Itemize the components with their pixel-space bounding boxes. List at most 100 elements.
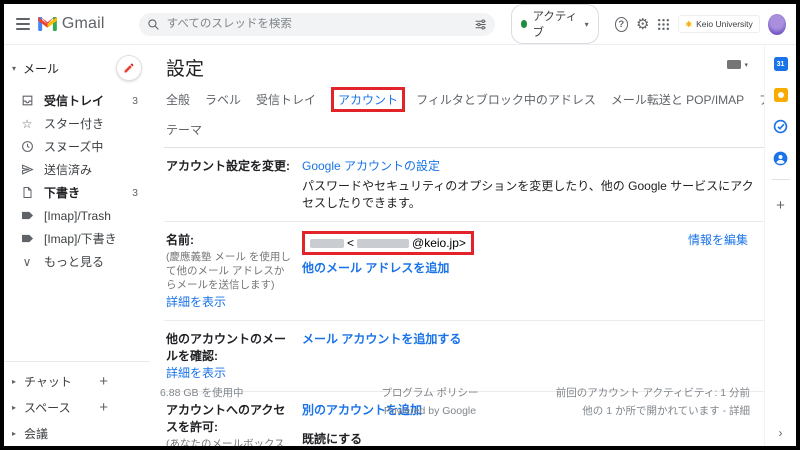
sidebar-item-imap-drafts[interactable]: [Imap]/下書き bbox=[4, 227, 150, 250]
sidebar-item-spaces[interactable]: ▸ スペース + bbox=[4, 394, 150, 420]
active-status-dot bbox=[521, 20, 528, 28]
chat-status-selector[interactable]: アクティブ ▾ bbox=[511, 4, 599, 44]
compose-button[interactable] bbox=[116, 55, 142, 81]
keep-icon[interactable] bbox=[774, 88, 788, 102]
divider bbox=[4, 361, 150, 362]
tab-forwarding[interactable]: メール転送と POP/IMAP bbox=[611, 91, 744, 108]
clock-icon bbox=[20, 140, 34, 153]
add-email-address-link[interactable]: 他のメール アドレスを追加 bbox=[302, 261, 449, 275]
tab-filters[interactable]: フィルタとブロック中のアドレス bbox=[416, 91, 596, 108]
collapse-caret-icon[interactable]: ▾ bbox=[12, 64, 16, 73]
redacted-email-local bbox=[357, 239, 409, 248]
annotation-red-box: アカウント bbox=[331, 87, 405, 112]
storage-usage: 6.88 GB を使用中 bbox=[160, 385, 320, 421]
caret-right-icon: ▸ bbox=[12, 377, 16, 386]
account-avatar[interactable] bbox=[768, 14, 786, 35]
section-check-other-mail: 他のアカウントのメールを確認: 詳細を表示 メール アカウントを追加する bbox=[164, 321, 764, 392]
sidebar-bottom: ▸ チャット + ▸ スペース + ▸ 会議 bbox=[4, 361, 150, 446]
chevron-down-icon: ∨ bbox=[20, 255, 34, 269]
google-apps-grid-icon[interactable] bbox=[657, 18, 670, 31]
app-body: ▾ メール 受信トレイ 3 ☆ bbox=[4, 45, 796, 446]
display-density-icon[interactable]: ▾ bbox=[727, 60, 748, 69]
label-tag-icon bbox=[20, 233, 34, 244]
draft-icon bbox=[20, 186, 34, 199]
open-in-other-location[interactable]: 他の 1 か所で開かれています - 詳細 bbox=[540, 403, 750, 421]
name-note: (慶應義塾 メール を使用して他のメール アドレスからメールを送信します) bbox=[166, 250, 292, 293]
section-description: パスワードやセキュリティのオプションを変更したり、他の Google サービスに… bbox=[302, 177, 764, 211]
gmail-m-icon bbox=[38, 17, 57, 31]
mail-section-label: メール bbox=[23, 60, 59, 77]
side-panel: 31 + › bbox=[764, 45, 796, 446]
search-input[interactable] bbox=[167, 18, 467, 30]
inbox-icon bbox=[20, 94, 34, 107]
section-change-account-settings: アカウント設定を変更: Google アカウントの設定 パスワードやセキュリティ… bbox=[164, 148, 764, 222]
app-header: Gmail アクティブ ▾ ? ⚙ bbox=[4, 4, 796, 45]
calendar-icon[interactable]: 31 bbox=[774, 57, 788, 71]
sidebar-item-inbox[interactable]: 受信トレイ 3 bbox=[4, 89, 150, 112]
email-open-bracket: < bbox=[347, 236, 354, 250]
section-name: 名前: (慶應義塾 メール を使用して他のメール アドレスからメールを送信します… bbox=[164, 222, 764, 321]
caret-right-icon: ▸ bbox=[12, 403, 16, 412]
status-label: アクティブ bbox=[532, 8, 579, 40]
tab-labels[interactable]: ラベル bbox=[205, 91, 241, 108]
tab-inbox[interactable]: 受信トレイ bbox=[256, 91, 316, 108]
settings-footer: 6.88 GB を使用中 プログラム ポリシー Powered by Googl… bbox=[160, 385, 750, 421]
grant-access-note: (あなたのメールボックスで閲覧/送信できるようになります) bbox=[166, 437, 292, 446]
check-mail-details-link[interactable]: 詳細を表示 bbox=[166, 366, 226, 380]
mail-section-header[interactable]: ▾ メール bbox=[4, 51, 150, 89]
contacts-icon[interactable] bbox=[773, 151, 788, 166]
keio-logo-icon: ✱ bbox=[685, 20, 692, 29]
gmail-window: Gmail アクティブ ▾ ? ⚙ bbox=[0, 0, 800, 450]
help-icon[interactable]: ? bbox=[615, 17, 628, 32]
powered-by: Powered by Google bbox=[320, 403, 540, 421]
send-icon bbox=[20, 163, 34, 176]
sidebar-item-meet[interactable]: ▸ 会議 bbox=[4, 420, 150, 446]
annotation-red-box-email: < @keio.jp> bbox=[302, 231, 474, 255]
caret-right-icon: ▸ bbox=[12, 429, 16, 438]
tab-general[interactable]: 全般 bbox=[166, 91, 190, 108]
org-badge-label: Keio University bbox=[696, 19, 753, 29]
sidebar-item-snoozed[interactable]: スヌーズ中 bbox=[4, 135, 150, 158]
inbox-count: 3 bbox=[132, 95, 138, 107]
google-account-settings-link[interactable]: Google アカウントの設定 bbox=[302, 159, 440, 173]
page-title: 設定 bbox=[166, 54, 204, 81]
search-options-tune-icon[interactable] bbox=[474, 18, 487, 31]
main-menu-icon[interactable] bbox=[16, 18, 30, 30]
tab-accounts[interactable]: アカウント bbox=[338, 93, 398, 107]
settings-gear-icon[interactable]: ⚙ bbox=[636, 15, 649, 33]
edit-info-link[interactable]: 情報を編集 bbox=[688, 233, 748, 247]
drafts-count: 3 bbox=[132, 187, 138, 199]
collapse-panel-chevron-icon[interactable]: › bbox=[779, 426, 783, 440]
label-tag-icon bbox=[20, 210, 34, 221]
tab-themes[interactable]: テーマ bbox=[166, 121, 202, 138]
sidebar-item-more[interactable]: ∨ もっと見る bbox=[4, 250, 150, 273]
mark-as-read-title: 既読にする bbox=[302, 430, 764, 446]
sidebar-item-drafts[interactable]: 下書き 3 bbox=[4, 181, 150, 204]
last-account-activity: 前回のアカウント アクティビティ: 1 分前 bbox=[540, 385, 750, 403]
tasks-icon[interactable] bbox=[773, 119, 788, 134]
chevron-down-icon: ▾ bbox=[585, 20, 589, 29]
settings-tabs: 全般 ラベル 受信トレイ アカウント フィルタとブロック中のアドレス メール転送… bbox=[164, 85, 764, 148]
sidebar-item-chat[interactable]: ▸ チャット + bbox=[4, 368, 150, 394]
new-chat-plus-icon[interactable]: + bbox=[99, 373, 136, 390]
check-mail-label: 他のアカウントのメールを確認: bbox=[166, 332, 286, 363]
add-mail-account-link[interactable]: メール アカウントを追加する bbox=[302, 332, 461, 346]
gmail-wordmark: Gmail bbox=[62, 15, 105, 33]
star-icon: ☆ bbox=[20, 117, 34, 131]
gmail-logo: Gmail bbox=[38, 15, 105, 33]
sidebar-item-imap-trash[interactable]: [Imap]/Trash bbox=[4, 204, 150, 227]
search-icon[interactable] bbox=[147, 18, 160, 31]
get-addons-plus-icon[interactable]: + bbox=[776, 197, 785, 214]
section-label: アカウント設定を変更: bbox=[166, 159, 290, 173]
email-domain: @keio.jp> bbox=[412, 236, 466, 250]
pencil-icon bbox=[123, 62, 135, 74]
sidebar-item-starred[interactable]: ☆ スター付き bbox=[4, 112, 150, 135]
program-policies-link[interactable]: プログラム ポリシー bbox=[320, 385, 540, 403]
redacted-display-name bbox=[310, 239, 344, 248]
name-details-link[interactable]: 詳細を表示 bbox=[166, 295, 226, 309]
name-label: 名前: bbox=[166, 233, 194, 247]
new-space-plus-icon[interactable]: + bbox=[99, 399, 136, 416]
sidebar-item-sent[interactable]: 送信済み bbox=[4, 158, 150, 181]
search-bar[interactable] bbox=[139, 13, 495, 36]
org-badge: ✱ Keio University bbox=[678, 15, 759, 33]
